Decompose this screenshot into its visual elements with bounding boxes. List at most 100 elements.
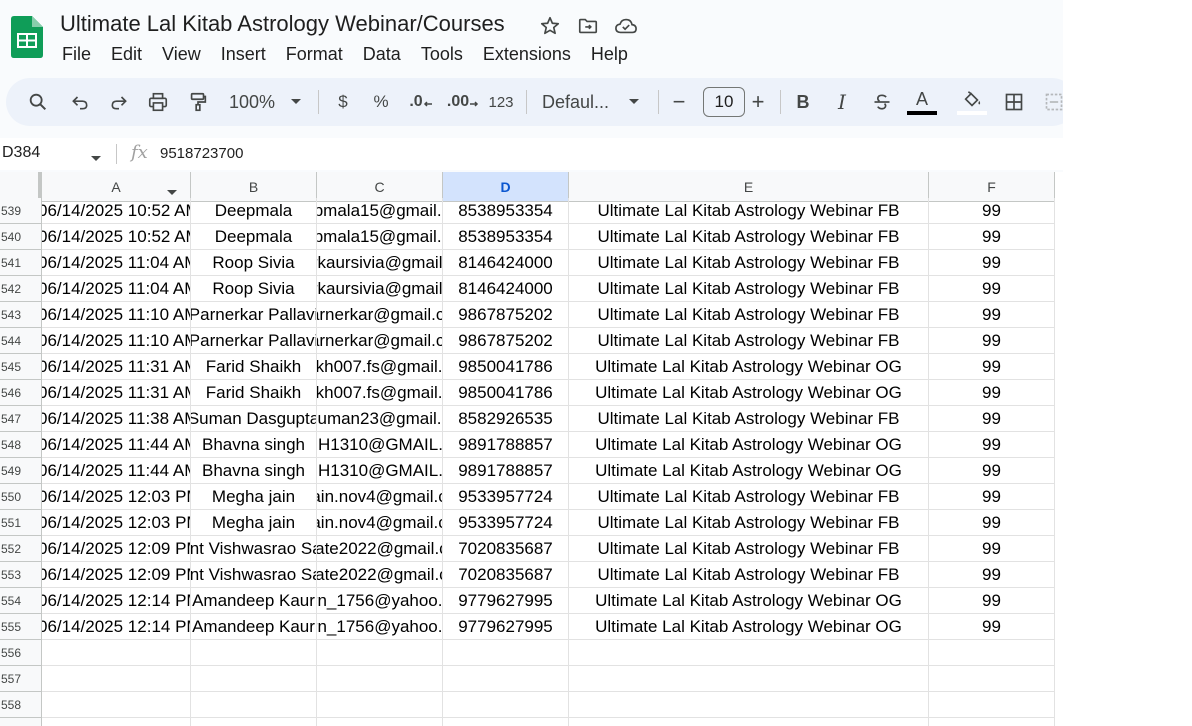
row-header[interactable]: 549 — [0, 458, 42, 484]
bold-button[interactable]: B — [792, 78, 814, 126]
cell-e[interactable]: Ultimate Lal Kitab Astrology Webinar FB — [569, 562, 929, 588]
row-header[interactable]: 553 — [0, 562, 42, 588]
cell-f[interactable]: 99 — [929, 224, 1055, 250]
cell-e[interactable]: Ultimate Lal Kitab Astrology Webinar OG — [569, 458, 929, 484]
cell-d[interactable]: 8582926535 — [443, 406, 569, 432]
cell-a[interactable]: 06/14/2025 10:52 AM — [42, 224, 191, 250]
cell-b[interactable]: Farid Shaikh — [191, 380, 317, 406]
cell-a[interactable]: 06/14/2025 12:03 PM — [42, 484, 191, 510]
cell-f[interactable]: 99 — [929, 432, 1055, 458]
cell-c[interactable]: deepmala15@gmail.com — [317, 224, 443, 250]
cell-c[interactable]: inderkaursivia@gmail.com — [317, 276, 443, 302]
row-header[interactable]: 552 — [0, 536, 42, 562]
menu-format[interactable]: Format — [276, 42, 353, 67]
zoom-caret-icon[interactable] — [286, 78, 306, 126]
cell-d[interactable]: 8146424000 — [443, 250, 569, 276]
cell-b[interactable] — [191, 666, 317, 692]
menu-edit[interactable]: Edit — [101, 42, 152, 67]
paint-format-icon[interactable] — [184, 78, 212, 126]
fill-color-icon[interactable] — [957, 78, 987, 126]
cell-b[interactable]: Roop Sivia — [191, 250, 317, 276]
cell-c[interactable]: kaurn_1756@yahoo.com — [317, 588, 443, 614]
cell-e[interactable]: Ultimate Lal Kitab Astrology Webinar FB — [569, 250, 929, 276]
decrease-decimal-button[interactable]: .0 — [406, 78, 436, 126]
cell-f[interactable] — [929, 692, 1055, 718]
cell-d[interactable]: 7020835687 — [443, 562, 569, 588]
cell-b[interactable]: Parnerkar Pallavi — [191, 302, 317, 328]
cell-b[interactable]: Deepmala — [191, 224, 317, 250]
currency-button[interactable]: $ — [332, 78, 354, 126]
document-title[interactable]: Ultimate Lal Kitab Astrology Webinar/Cou… — [60, 11, 505, 37]
cell-b[interactable]: Roop Sivia — [191, 276, 317, 302]
cell-d[interactable]: 9891788857 — [443, 458, 569, 484]
cell-a[interactable]: 06/14/2025 12:03 PM — [42, 510, 191, 536]
cell-a[interactable]: 06/14/2025 11:31 AM — [42, 354, 191, 380]
cell-d[interactable] — [443, 640, 569, 666]
row-header[interactable]: 551 — [0, 510, 42, 536]
cell-c[interactable] — [317, 666, 443, 692]
cell-a[interactable]: 06/14/2025 11:10 AM — [42, 328, 191, 354]
cell-f[interactable]: 99 — [929, 302, 1055, 328]
cell-a[interactable] — [42, 692, 191, 718]
cell-f[interactable]: 99 — [929, 198, 1055, 224]
cell-e[interactable]: Ultimate Lal Kitab Astrology Webinar FB — [569, 536, 929, 562]
cell-a[interactable]: 06/14/2025 11:04 AM — [42, 250, 191, 276]
cell-d[interactable]: 9533957724 — [443, 484, 569, 510]
cell-d[interactable]: 9891788857 — [443, 432, 569, 458]
cell-e[interactable]: Ultimate Lal Kitab Astrology Webinar OG — [569, 432, 929, 458]
cell-a[interactable]: 06/14/2025 11:31 AM — [42, 380, 191, 406]
row-header[interactable]: 557 — [0, 666, 42, 692]
cell-e[interactable]: Ultimate Lal Kitab Astrology Webinar FB — [569, 406, 929, 432]
cell-c[interactable]: pparnerkar@gmail.com — [317, 302, 443, 328]
cell-d[interactable]: 8538953354 — [443, 198, 569, 224]
number-format-button[interactable]: 123 — [486, 78, 516, 126]
cell-a[interactable]: 06/14/2025 12:14 PM — [42, 588, 191, 614]
menu-extensions[interactable]: Extensions — [473, 42, 581, 67]
cell-c[interactable]: kaurn_1756@yahoo.com — [317, 614, 443, 640]
cell-f[interactable]: 99 — [929, 614, 1055, 640]
cell-a[interactable]: 06/14/2025 11:38 AM — [42, 406, 191, 432]
cell-a[interactable] — [42, 640, 191, 666]
menu-tools[interactable]: Tools — [411, 42, 473, 67]
row-header[interactable]: 548 — [0, 432, 42, 458]
cell-f[interactable]: 99 — [929, 406, 1055, 432]
cell-f[interactable]: 99 — [929, 354, 1055, 380]
cell-c[interactable]: pparnerkar@gmail.com — [317, 328, 443, 354]
increase-decimal-button[interactable]: .00 — [446, 78, 480, 126]
cell-f[interactable]: 99 — [929, 458, 1055, 484]
cell-e[interactable] — [569, 666, 929, 692]
row-header[interactable]: 547 — [0, 406, 42, 432]
row-header[interactable]: 550 — [0, 484, 42, 510]
cell-d[interactable]: 8146424000 — [443, 276, 569, 302]
row-header[interactable]: 555 — [0, 614, 42, 640]
cell-c[interactable]: deepmala15@gmail.com — [317, 198, 443, 224]
cell-e[interactable]: Ultimate Lal Kitab Astrology Webinar OG — [569, 354, 929, 380]
cell-f[interactable]: 99 — [929, 484, 1055, 510]
cell-a[interactable] — [42, 666, 191, 692]
cell-e[interactable]: Ultimate Lal Kitab Astrology Webinar OG — [569, 614, 929, 640]
sheet-grid[interactable]: ABCDEF53906/14/2025 10:52 AMDeepmaladeep… — [0, 172, 1063, 726]
cell-f[interactable] — [929, 640, 1055, 666]
cell-d[interactable]: 7020835687 — [443, 536, 569, 562]
cell-c[interactable]: shaikh007.fs@gmail.com — [317, 380, 443, 406]
cell-c[interactable]: SINGH1310@GMAIL.COM — [317, 458, 443, 484]
cell-f[interactable]: 99 — [929, 250, 1055, 276]
row-header[interactable]: 554 — [0, 588, 42, 614]
cell-b[interactable] — [191, 640, 317, 666]
menu-view[interactable]: View — [152, 42, 211, 67]
cell-e[interactable]: Ultimate Lal Kitab Astrology Webinar FB — [569, 328, 929, 354]
row-header[interactable]: 540 — [0, 224, 42, 250]
cell-c[interactable]: abjain.nov4@gmail.com — [317, 484, 443, 510]
cell-b[interactable]: Suman Dasgupta — [191, 406, 317, 432]
cell-e[interactable] — [569, 692, 929, 718]
cell-d[interactable]: 9533957724 — [443, 510, 569, 536]
cell-e[interactable]: Ultimate Lal Kitab Astrology Webinar FB — [569, 510, 929, 536]
italic-button[interactable]: I — [831, 78, 853, 126]
cell-d[interactable]: 9850041786 — [443, 380, 569, 406]
cell-f[interactable]: 99 — [929, 380, 1055, 406]
merge-cells-icon[interactable] — [1042, 78, 1063, 126]
cell-e[interactable]: Ultimate Lal Kitab Astrology Webinar FB — [569, 224, 929, 250]
menu-file[interactable]: File — [52, 42, 101, 67]
cell-f[interactable]: 99 — [929, 276, 1055, 302]
cell-a[interactable]: 06/14/2025 12:09 PM — [42, 562, 191, 588]
